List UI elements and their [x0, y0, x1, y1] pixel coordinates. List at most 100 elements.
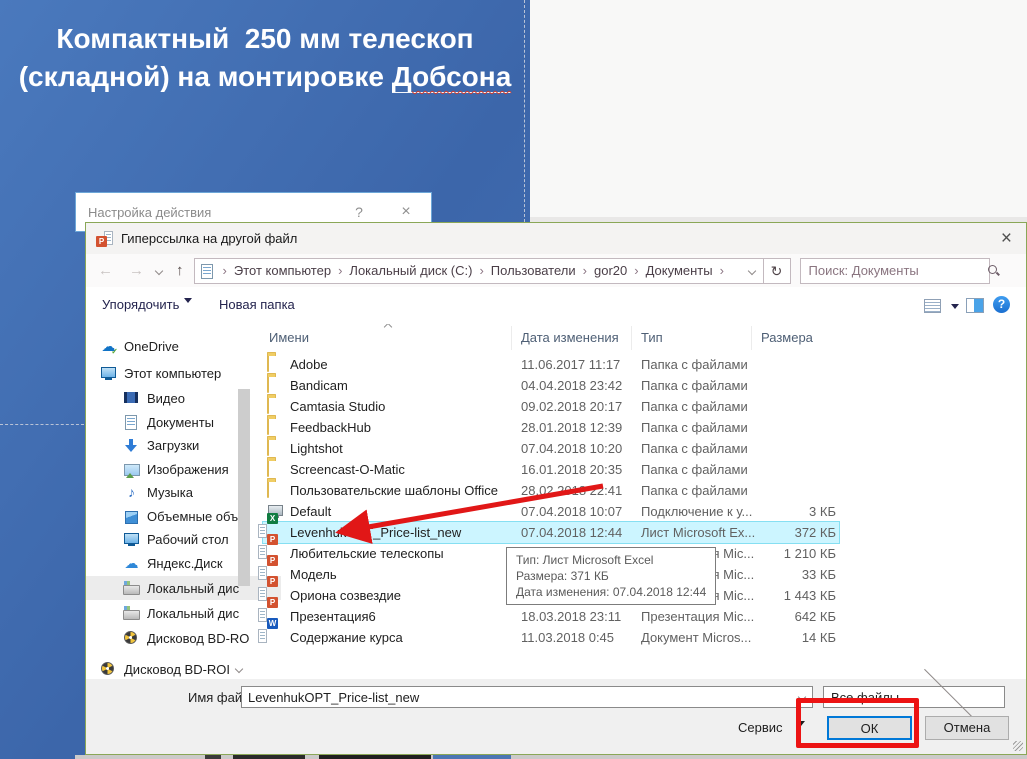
file-row[interactable]: Lightshot07.04.2018 10:20Папка с файлами	[263, 438, 839, 459]
disc-drive-icon	[100, 661, 117, 677]
views-dropdown-arrow-icon[interactable]	[951, 304, 959, 313]
disc-drive-icon	[123, 630, 140, 646]
file-name: Презентация6	[290, 609, 376, 624]
sidebar-item[interactable]: Яндекс.Диск	[86, 551, 281, 575]
local-disk-icon	[123, 580, 140, 596]
file-size: 1 210 КБ	[726, 546, 836, 561]
file-name: LevenhukOPT_Price-list_new	[290, 525, 461, 540]
expander-chevron-icon[interactable]	[235, 665, 243, 673]
sidebar-item[interactable]: Изображения	[86, 457, 281, 481]
sidebar-item-label: Документы	[147, 415, 214, 430]
videos-icon	[123, 390, 140, 406]
tooltip: Тип: Лист Microsoft Excel Размера: 371 К…	[506, 547, 716, 605]
file-row[interactable]: XLevenhukOPT_Price-list_new07.04.2018 12…	[263, 522, 839, 543]
file-date: 18.03.2018 23:11	[521, 609, 621, 624]
file-row[interactable]: Пользовательские шаблоны Office28.02.201…	[263, 480, 839, 501]
refresh-icon[interactable]: ↻	[764, 258, 791, 284]
breadcrumb[interactable]: ›Этот компьютер›Локальный диск (C:)›Поль…	[194, 258, 764, 284]
folder-location-icon	[199, 263, 216, 279]
sidebar-item[interactable]: Рабочий стол	[86, 527, 281, 551]
sidebar-item[interactable]: OneDrive	[86, 334, 258, 358]
sidebar-item[interactable]: Загрузки	[86, 433, 281, 457]
help-icon[interactable]: ?	[337, 204, 381, 220]
sidebar-item[interactable]: Дисковод BD-ROI	[86, 657, 258, 679]
nav-history-chevron-icon[interactable]	[155, 266, 163, 274]
file-date: 07.04.2018 10:07	[521, 504, 622, 519]
organize-button[interactable]: Упорядочить	[102, 297, 192, 312]
file-row[interactable]: Screencast-O-Matic16.01.2018 20:35Папка …	[263, 459, 839, 480]
folder-icon	[267, 460, 269, 477]
file-name: Screencast-O-Matic	[290, 462, 405, 477]
sidebar-item-label: Локальный дис	[147, 606, 239, 621]
tools-button[interactable]: Сервис	[738, 720, 805, 735]
file-row[interactable]: PПрезентация618.03.2018 23:11Презентация…	[263, 606, 839, 627]
filename-combobox[interactable]	[241, 686, 813, 708]
close-icon[interactable]: ×	[381, 203, 431, 221]
dialog-close-icon[interactable]: ×	[997, 229, 1016, 248]
view-list-icon[interactable]	[924, 299, 941, 313]
breadcrumb-item[interactable]: Локальный диск (C:)	[349, 263, 472, 278]
preview-pane-icon[interactable]	[966, 298, 984, 313]
breadcrumb-item[interactable]: gor20	[594, 263, 627, 278]
new-folder-button[interactable]: Новая папка	[219, 297, 295, 312]
sidebar-item-label: Загрузки	[147, 438, 199, 453]
column-header-size[interactable]: Размера	[761, 330, 813, 345]
sidebar-item[interactable]: Дисковод BD-RO	[86, 626, 281, 650]
breadcrumb-items: ›Этот компьютер›Локальный диск (C:)›Поль…	[216, 263, 731, 278]
folder-icon	[267, 376, 269, 393]
sidebar-item[interactable]: Видео	[86, 386, 281, 410]
slide-title-line2: (складной) на монтировке Добсона	[0, 58, 530, 96]
slide-title: Компактный 250 мм телескоп(складной) на …	[0, 20, 530, 96]
music-icon	[123, 484, 140, 500]
sidebar-item[interactable]: Музыка	[86, 480, 281, 504]
breadcrumb-item[interactable]: Этот компьютер	[234, 263, 331, 278]
back-icon[interactable]: ←	[98, 263, 113, 278]
help-icon[interactable]: ?	[993, 296, 1010, 313]
folder-icon	[267, 439, 269, 456]
cancel-button[interactable]: Отмена	[925, 716, 1009, 740]
action-settings-title: Настройка действия	[76, 205, 337, 220]
sidebar-item[interactable]: Локальный дис	[86, 601, 281, 625]
sidebar-item-label: Видео	[147, 391, 185, 406]
documents-icon	[123, 414, 140, 430]
breadcrumb-item[interactable]: Документы	[646, 263, 713, 278]
file-row[interactable]: Adobe11.06.2017 11:17Папка с файлами	[263, 354, 839, 375]
column-header-date[interactable]: Дата изменения	[521, 330, 619, 345]
file-row[interactable]: WСодержание курса11.03.2018 0:45Документ…	[263, 627, 839, 648]
tooltip-size: Размера: 371 КБ	[516, 568, 706, 584]
resize-grip[interactable]	[1013, 741, 1023, 751]
sidebar-scrollbar[interactable]	[238, 389, 250, 586]
forward-icon[interactable]: →	[129, 263, 144, 278]
column-header-type[interactable]: Тип	[641, 330, 663, 345]
search-box[interactable]	[800, 258, 990, 284]
dialog-titlebar: P Гиперссылка на другой файл ×	[86, 223, 1026, 254]
tooltip-type: Тип: Лист Microsoft Excel	[516, 552, 706, 568]
up-icon[interactable]: ↑	[176, 263, 184, 278]
file-size: 14 КБ	[726, 630, 836, 645]
file-size: 33 КБ	[726, 567, 836, 582]
filename-input[interactable]	[242, 690, 799, 705]
3d-objects-icon	[123, 508, 140, 524]
hyperlink-word: Добсона	[392, 61, 511, 93]
breadcrumb-item[interactable]: Пользователи	[491, 263, 576, 278]
sidebar-item[interactable]: Документы	[86, 410, 281, 434]
file-row[interactable]: Bandicam04.04.2018 23:42Папка с файлами	[263, 375, 839, 396]
file-row[interactable]: Default07.04.2018 10:07Подключение к у..…	[263, 501, 839, 522]
file-name: Пользовательские шаблоны Office	[290, 483, 498, 498]
column-header-name[interactable]: Имени	[269, 330, 309, 345]
computer-icon	[100, 365, 117, 381]
breadcrumb-separator-icon: ›	[583, 263, 587, 278]
search-input[interactable]	[807, 262, 987, 279]
sidebar-item-label: Этот компьютер	[124, 366, 221, 381]
address-dropdown-chevron-icon[interactable]	[747, 266, 755, 274]
file-row[interactable]: Camtasia Studio09.02.2018 20:17Папка с ф…	[263, 396, 839, 417]
sidebar-item[interactable]: Локальный дис	[86, 576, 281, 600]
file-name: Bandicam	[290, 378, 348, 393]
sidebar-item[interactable]: Объемные объ	[86, 504, 281, 528]
sidebar-item-label: OneDrive	[124, 339, 179, 354]
file-date: 16.01.2018 20:35	[521, 462, 622, 477]
file-row[interactable]: FeedbackHub28.01.2018 12:39Папка с файла…	[263, 417, 839, 438]
sidebar-item[interactable]: Этот компьютер	[86, 361, 258, 385]
sidebar-item-label: Локальный дис	[147, 581, 239, 596]
sidebar-item-label: Объемные объ	[147, 509, 238, 524]
